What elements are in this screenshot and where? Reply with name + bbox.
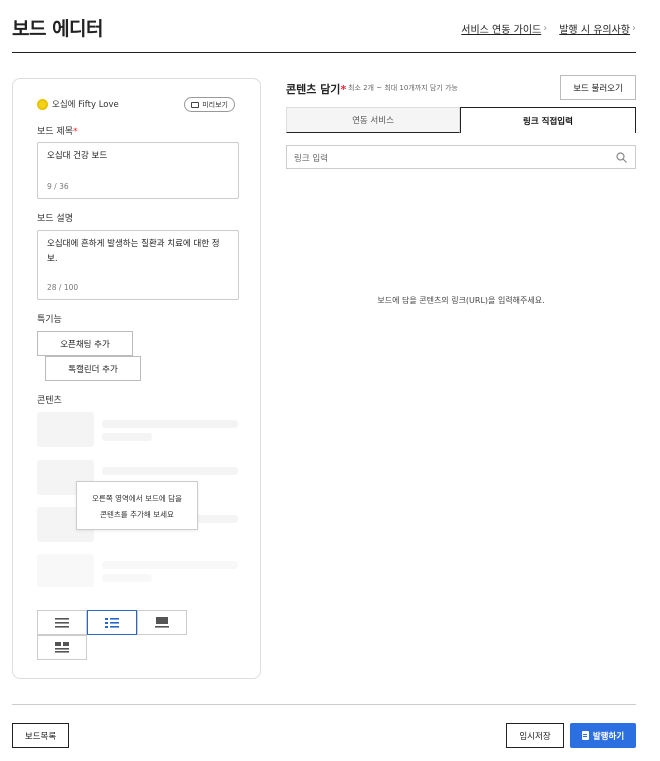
list-bullets-icon	[105, 617, 119, 628]
skeleton-line	[102, 561, 238, 569]
monitor-icon	[191, 101, 200, 108]
tab-linked-services[interactable]: 연동 서비스	[286, 107, 460, 133]
layout-card-button[interactable]	[137, 610, 187, 635]
brand: 오십에 Fifty Love	[37, 98, 119, 110]
required-mark: *	[72, 127, 78, 137]
char-count: 9 / 36	[47, 182, 69, 191]
skeleton-line	[102, 574, 152, 582]
board-title-field[interactable]: 오십대 건강 보드 9 / 36	[37, 142, 239, 199]
char-count: 28 / 100	[47, 283, 79, 292]
add-content-tooltip: 오른쪽 영역에서 보드에 담을 콘텐츠를 추가해 보세요	[76, 481, 198, 530]
layout-list-thumbnail-button[interactable]	[87, 610, 137, 635]
add-open-chat-button[interactable]: 오픈채팅 추가	[37, 331, 133, 356]
search-icon[interactable]	[616, 152, 627, 163]
grid-icon	[55, 642, 69, 653]
layout-grid-button[interactable]	[37, 635, 87, 660]
skeleton-line	[102, 467, 238, 475]
required-mark: *	[340, 83, 347, 96]
empty-state-message: 보드에 담을 콘텐츠의 링크(URL)을 입력해주세요.	[377, 296, 545, 305]
publish-button[interactable]: 발행하기	[570, 723, 636, 748]
document-icon	[581, 731, 589, 740]
board-desc-field[interactable]: 오십대에 흔하게 발생하는 질환과 치료에 대한 정보. 28 / 100	[37, 230, 239, 300]
desc-label: 보드 설명	[37, 214, 73, 224]
title-label: 보드 제목*	[37, 127, 78, 137]
features-label: 특기능	[37, 315, 62, 325]
add-calendar-button[interactable]: 톡캘린더 추가	[45, 356, 141, 381]
brand-name: 오십에 Fifty Love	[52, 100, 119, 110]
contents-label: 콘텐츠	[37, 396, 62, 406]
top-links: 서비스 연동 가이드 › 발행 시 유의사항 ›	[461, 21, 636, 36]
brand-logo-icon	[37, 98, 48, 110]
preview-button[interactable]: 미리보기	[184, 97, 235, 112]
card-icon	[155, 617, 169, 628]
page-title: 보드 에디터	[12, 18, 104, 40]
skeleton-thumb	[37, 554, 94, 587]
editor-panel: 오십에 Fifty Love 미리보기 보드 제목* 오십대 건강 보드 9 /…	[12, 78, 261, 679]
link-input-placeholder: 링크 입력	[294, 154, 328, 164]
content-panel-title: 콘텐츠 담기*	[286, 83, 347, 96]
board-list-button[interactable]: 보드목록	[12, 723, 69, 748]
content-panel-subtitle: 최소 2개 ~ 최대 10개까지 담기 가능	[348, 84, 458, 92]
link-input[interactable]: 링크 입력	[286, 145, 636, 169]
chevron-right-icon: ›	[632, 23, 636, 34]
skeleton-thumb	[37, 412, 94, 447]
footer-divider	[12, 704, 636, 705]
list-lines-icon	[55, 617, 69, 628]
temp-save-button[interactable]: 임시저장	[506, 723, 564, 748]
chevron-right-icon: ›	[543, 23, 548, 34]
service-guide-link[interactable]: 서비스 연동 가이드 ›	[461, 21, 547, 36]
header-divider	[12, 52, 636, 53]
tab-direct-link[interactable]: 링크 직접입력	[460, 107, 636, 133]
skeleton-line	[102, 433, 152, 441]
load-board-button[interactable]: 보드 불러오기	[560, 75, 636, 100]
skeleton-line	[102, 420, 238, 428]
layout-list-button[interactable]	[37, 610, 87, 635]
publish-notes-link[interactable]: 발행 시 유의사항 ›	[559, 21, 636, 36]
